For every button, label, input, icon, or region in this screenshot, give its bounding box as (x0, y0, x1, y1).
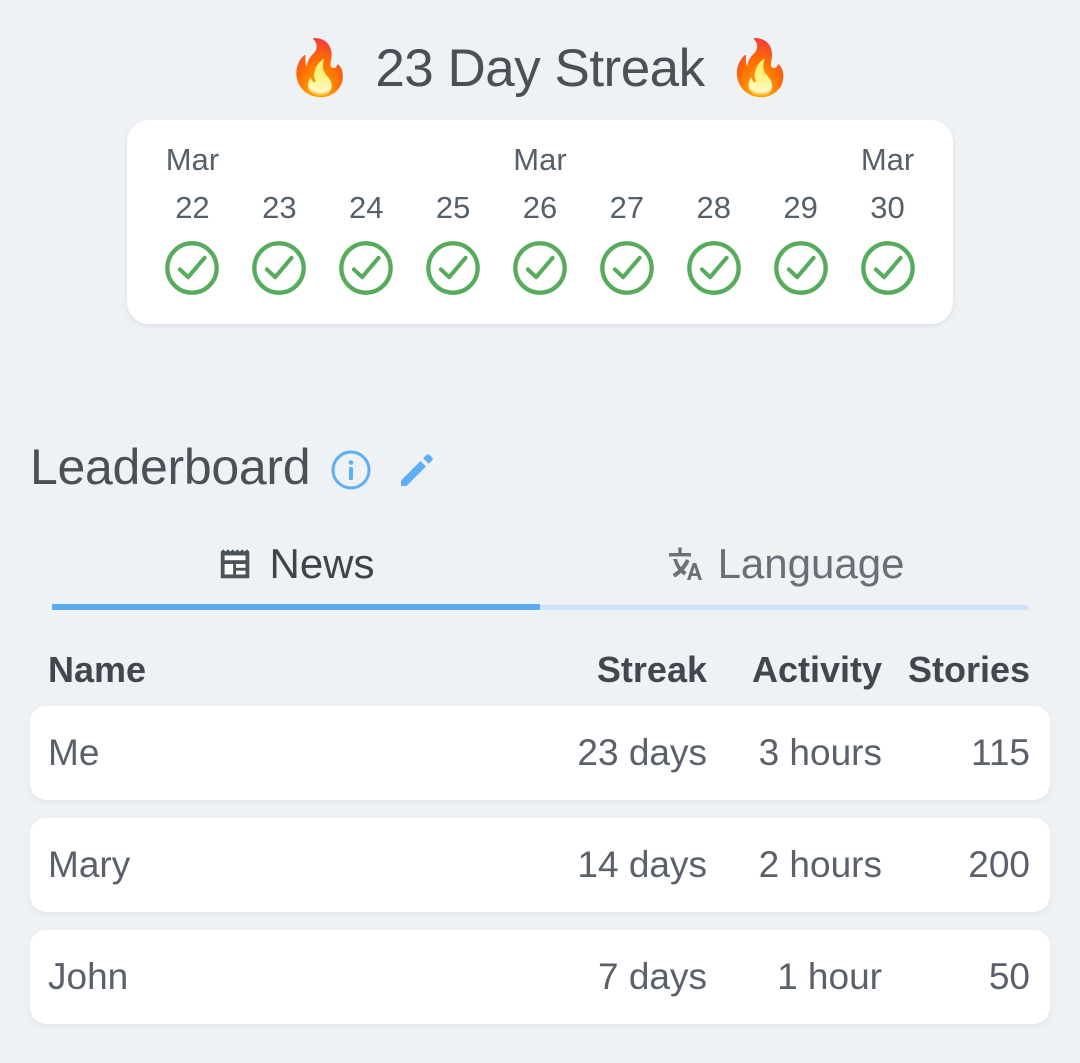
table-row[interactable]: Me 23 days 3 hours 115 (30, 706, 1050, 800)
calendar-day-number: 30 (870, 190, 905, 225)
calendar-day-cell[interactable] (410, 234, 497, 302)
check-circle-icon (773, 241, 828, 295)
calendar-day-number: 25 (435, 190, 471, 225)
tab-indicator-bar (52, 604, 1028, 610)
page-title: Leaderboard (30, 439, 311, 495)
calendar-month-label (410, 138, 497, 182)
calendar-day-cell[interactable] (497, 234, 584, 302)
calendar-month-label (323, 138, 410, 182)
pencil-icon[interactable] (392, 447, 438, 493)
calendar-day-row: 22 23 24 25 26 27 28 29 30 (149, 182, 931, 234)
calendar-section: Mar Mar Mar 22 23 24 25 26 27 28 29 30 (0, 120, 1080, 324)
leaderboard-tabs: News Language (0, 540, 1080, 610)
calendar-day-number: 24 (348, 190, 384, 225)
calendar-month-label (583, 138, 670, 182)
calendar-day-number: 29 (783, 190, 818, 225)
calendar-day-number: 26 (522, 190, 558, 225)
table-row[interactable]: Mary 14 days 2 hours 200 (30, 818, 1050, 912)
cell-stories: 200 (968, 844, 1030, 885)
column-header-stories: Stories (907, 649, 1030, 690)
check-circle-icon (686, 241, 741, 295)
calendar-month-label (670, 138, 757, 182)
calendar-check-row (149, 234, 931, 302)
table-header-row: Name Streak Activity Stories (30, 634, 1050, 706)
cell-streak: 23 days (577, 732, 707, 773)
calendar-day-cell[interactable] (757, 234, 844, 302)
cell-streak: 14 days (577, 844, 707, 885)
tab-news[interactable]: News (52, 540, 540, 604)
check-circle-icon (426, 241, 480, 295)
calendar-day-number: 28 (696, 190, 732, 225)
calendar-day-number: 27 (609, 190, 645, 225)
calendar-day-number: 23 (262, 190, 297, 225)
calendar-month-label: Mar (513, 142, 567, 177)
calendar-day-cell[interactable] (236, 234, 323, 302)
check-circle-icon (860, 241, 915, 295)
leaderboard-heading: Leaderboard (0, 432, 1080, 502)
active-tab-indicator (52, 604, 540, 610)
cell-activity: 3 hours (758, 732, 882, 773)
cell-name: John (48, 956, 129, 997)
calendar-day-cell[interactable] (149, 234, 236, 302)
tab-news-label: News (269, 540, 375, 587)
flame-icon-right: 🔥 (726, 38, 794, 98)
cell-stories: 50 (988, 956, 1030, 997)
cell-stories: 115 (971, 732, 1030, 773)
cell-name: Mary (48, 844, 131, 885)
calendar-day-number: 22 (175, 190, 210, 225)
column-header-activity: Activity (751, 649, 882, 690)
streak-header: 🔥 23 Day Streak 🔥 (0, 0, 1080, 120)
calendar-day-cell[interactable] (323, 234, 410, 302)
column-header-streak: Streak (596, 649, 707, 690)
leaderboard-table: Name Streak Activity Stories Me 23 days 3 … (0, 634, 1080, 1024)
calendar-day-cell[interactable] (670, 234, 757, 302)
check-circle-icon (339, 241, 394, 295)
calendar-month-label: Mar (860, 142, 915, 177)
calendar-month-label (236, 138, 323, 182)
info-circle-icon[interactable] (328, 447, 374, 493)
column-header-name: Name (48, 649, 147, 690)
tab-language[interactable]: Language (540, 540, 1028, 604)
check-circle-icon (513, 241, 567, 295)
cell-activity: 1 hour (777, 956, 882, 997)
calendar-day-cell[interactable] (844, 234, 931, 302)
cell-streak: 7 days (597, 956, 707, 997)
calendar-day-cell[interactable] (583, 234, 670, 302)
flame-icon-left: 🔥 (286, 38, 354, 98)
check-circle-icon (252, 241, 307, 295)
cell-name: Me (48, 732, 100, 773)
calendar-month-label: Mar (165, 142, 220, 177)
table-row[interactable]: John 7 days 1 hour 50 (30, 930, 1050, 1024)
streak-title: 23 Day Streak (375, 38, 705, 98)
streak-calendar-card: Mar Mar Mar 22 23 24 25 26 27 28 29 30 (127, 120, 953, 324)
tab-language-label: Language (717, 540, 905, 587)
table-body: Me 23 days 3 hours 115 Mary 14 days 2 hours 200… (30, 706, 1050, 1024)
translate-icon (664, 544, 704, 584)
newspaper-icon (217, 545, 255, 583)
calendar-month-row: Mar Mar Mar (149, 138, 931, 182)
check-circle-icon (600, 241, 654, 295)
cell-activity: 2 hours (758, 844, 882, 885)
calendar-month-label (757, 138, 844, 182)
check-circle-icon (165, 241, 220, 295)
